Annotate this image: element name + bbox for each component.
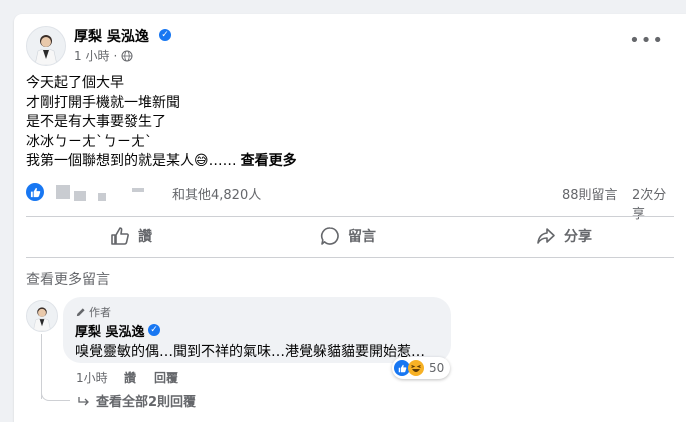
comment-time[interactable]: 1小時 <box>76 369 108 386</box>
view-replies-link[interactable]: 查看全部2則回覆 <box>78 391 196 410</box>
post-meta: 1 小時 · <box>74 47 133 64</box>
like-label: 讚 <box>138 229 152 245</box>
post-author-name[interactable]: 厚梨 吳泓逸 <box>74 26 149 46</box>
comment-label: 留言 <box>348 229 376 245</box>
comment-like-button[interactable]: 讚 <box>124 369 136 386</box>
view-more-comments-link[interactable]: 查看更多留言 <box>26 269 110 289</box>
post-stats: 和其他4,820人 88則留言 2次分享 <box>26 180 674 222</box>
comment-reply-button[interactable]: 回覆 <box>154 369 178 386</box>
see-more-link[interactable]: 查看更多 <box>241 153 297 169</box>
post-time[interactable]: 1 小時 <box>74 47 109 64</box>
post-line: 才剛打開手機就一堆新聞 <box>26 94 180 111</box>
view-replies-label: 查看全部2則回覆 <box>96 395 197 410</box>
post-line: 今天起了個大早 <box>26 75 124 91</box>
post-actions: 讚 留言 分享 <box>26 222 674 250</box>
more-options-icon[interactable]: ••• <box>629 32 664 50</box>
comments-count[interactable]: 88則留言 <box>562 184 618 203</box>
share-arrow-icon <box>537 228 555 244</box>
separator-dot: · <box>113 48 118 63</box>
globe-icon <box>121 50 133 61</box>
comment-bubble: 作者 厚梨 吳泓逸 ✓ 嗅覺靈敏的偶…聞到不祥的氣味…港覺躲貓貓要開始惹… <box>63 297 451 363</box>
comment-text: 嗅覺靈敏的偶…聞到不祥的氣味…港覺躲貓貓要開始惹… <box>75 344 425 360</box>
pencil-icon <box>76 307 85 316</box>
author-badge-label: 作者 <box>89 306 111 319</box>
reactor-name-blur <box>132 188 144 192</box>
comment-reactions[interactable]: 50 <box>392 357 451 379</box>
like-reaction-icon[interactable] <box>26 183 44 201</box>
thumbs-up-icon <box>111 227 129 245</box>
comment-reaction-count: 50 <box>429 361 445 375</box>
post-card: 厚梨 吳泓逸 ✓ 1 小時 · ••• 今天起了個大早 才剛打開手機就一堆新聞 … <box>14 14 686 422</box>
divider <box>26 216 674 217</box>
author-avatar[interactable] <box>26 26 66 66</box>
comment-bubble-icon <box>320 227 339 245</box>
haha-reaction-icon <box>408 360 424 376</box>
like-button[interactable]: 讚 <box>110 222 152 250</box>
comment-button[interactable]: 留言 <box>320 222 376 250</box>
verified-badge-icon: ✓ <box>148 324 160 336</box>
comment-author-name[interactable]: 厚梨 吳泓逸 <box>75 321 145 340</box>
post-body: 今天起了個大早 才剛打開手機就一堆新聞 是不是有大事要發生了 冰冰ㄅㄧㄤˋㄅㄧㄤ… <box>26 74 297 172</box>
post-line: 冰冰ㄅㄧㄤˋㄅㄧㄤˋ <box>26 133 152 150</box>
post-line: 我第一個聯想到的就是某人😅…… <box>26 153 237 169</box>
share-label: 分享 <box>564 229 592 245</box>
comment-author-avatar[interactable] <box>26 300 58 332</box>
reactors-count[interactable]: 和其他4,820人 <box>172 184 261 203</box>
reactor-name-blur <box>98 193 106 201</box>
post-line: 是不是有大事要發生了 <box>26 114 166 130</box>
reactor-name-blur <box>56 185 70 199</box>
verified-badge-icon: ✓ <box>159 29 171 41</box>
author-badge: 作者 <box>75 304 111 320</box>
reply-arrow-icon <box>78 396 89 405</box>
divider <box>26 257 674 258</box>
thread-curve <box>41 386 70 401</box>
share-button[interactable]: 分享 <box>536 222 592 250</box>
post-line-last: 我第一個聯想到的就是某人😅…… 查看更多 <box>26 152 297 172</box>
reactor-name-blur <box>74 191 86 201</box>
